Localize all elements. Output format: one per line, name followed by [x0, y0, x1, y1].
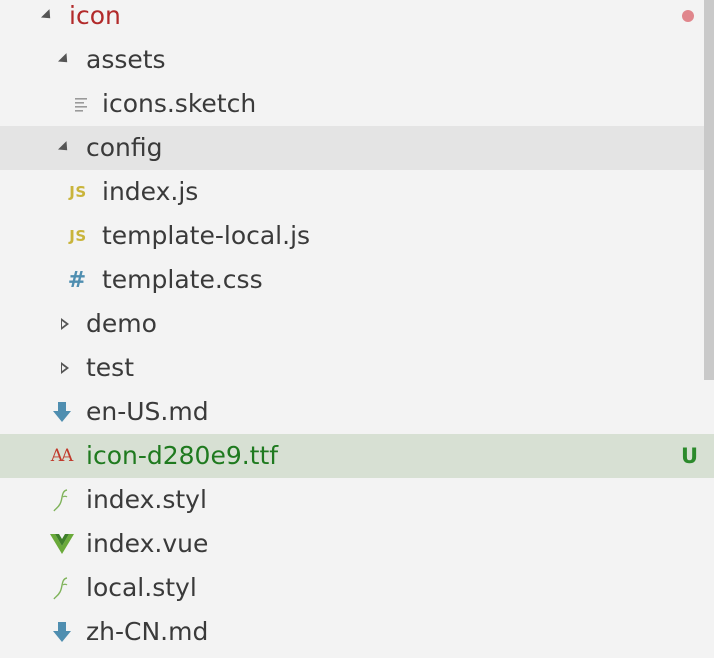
tree-row-test-folder[interactable]: test: [0, 346, 714, 390]
chevron-down-icon[interactable]: [40, 8, 55, 23]
folder-label-demo: demo: [86, 309, 157, 338]
file-label: icons.sketch: [102, 89, 257, 118]
tree-row-en-us-md[interactable]: en-US.md: [0, 390, 714, 434]
file-label: index.js: [102, 177, 199, 206]
tree-row-config-folder[interactable]: config: [0, 126, 714, 170]
download-arrow-icon: [50, 620, 74, 644]
stylus-icon: [50, 488, 74, 512]
tree-row-demo-folder[interactable]: demo: [0, 302, 714, 346]
file-label: icon-d280e9.ttf: [86, 441, 279, 470]
tree-row-icon-folder[interactable]: icon: [0, 0, 714, 38]
tree-row-local-styl[interactable]: local.styl: [0, 566, 714, 610]
git-status-badge: U: [680, 444, 698, 468]
folder-label-icon: icon: [69, 1, 121, 30]
folder-label-test: test: [86, 353, 135, 382]
folder-label-assets: assets: [86, 45, 166, 74]
chevron-down-icon[interactable]: [57, 140, 72, 155]
scrollbar-thumb[interactable]: [704, 0, 714, 380]
stylus-icon: [50, 576, 74, 600]
text-lines-icon: [70, 92, 94, 116]
chevron-down-icon[interactable]: [57, 52, 72, 67]
vue-icon: [50, 532, 74, 556]
file-label: template.css: [102, 265, 263, 294]
hash-icon: #: [67, 267, 87, 293]
file-label: template-local.js: [102, 221, 311, 250]
tree-row-template-local-js[interactable]: JS template-local.js: [0, 214, 714, 258]
folder-label-config: config: [86, 133, 163, 162]
modified-dot-icon: [682, 10, 694, 22]
download-arrow-icon: [50, 400, 74, 424]
file-explorer-tree: icon assets icons.sketch config JS index…: [0, 0, 714, 654]
js-icon: JS: [69, 183, 87, 201]
tree-row-icons-sketch[interactable]: icons.sketch: [0, 82, 714, 126]
vertical-scrollbar[interactable]: [704, 0, 714, 658]
tree-row-zh-cn-md[interactable]: zh-CN.md: [0, 610, 714, 654]
file-label: index.styl: [86, 485, 207, 514]
js-icon: JS: [69, 227, 87, 245]
file-label: local.styl: [86, 573, 197, 602]
tree-row-template-css[interactable]: # template.css: [0, 258, 714, 302]
chevron-right-icon[interactable]: [58, 361, 72, 375]
chevron-right-icon[interactable]: [58, 317, 72, 331]
tree-row-index-js[interactable]: JS index.js: [0, 170, 714, 214]
font-icon: AA: [50, 446, 74, 466]
tree-row-index-vue[interactable]: index.vue: [0, 522, 714, 566]
file-label: zh-CN.md: [86, 617, 209, 646]
tree-row-assets-folder[interactable]: assets: [0, 38, 714, 82]
file-label: en-US.md: [86, 397, 209, 426]
file-label: index.vue: [86, 529, 209, 558]
tree-row-icon-ttf[interactable]: AA icon-d280e9.ttf U: [0, 434, 714, 478]
tree-row-index-styl[interactable]: index.styl: [0, 478, 714, 522]
